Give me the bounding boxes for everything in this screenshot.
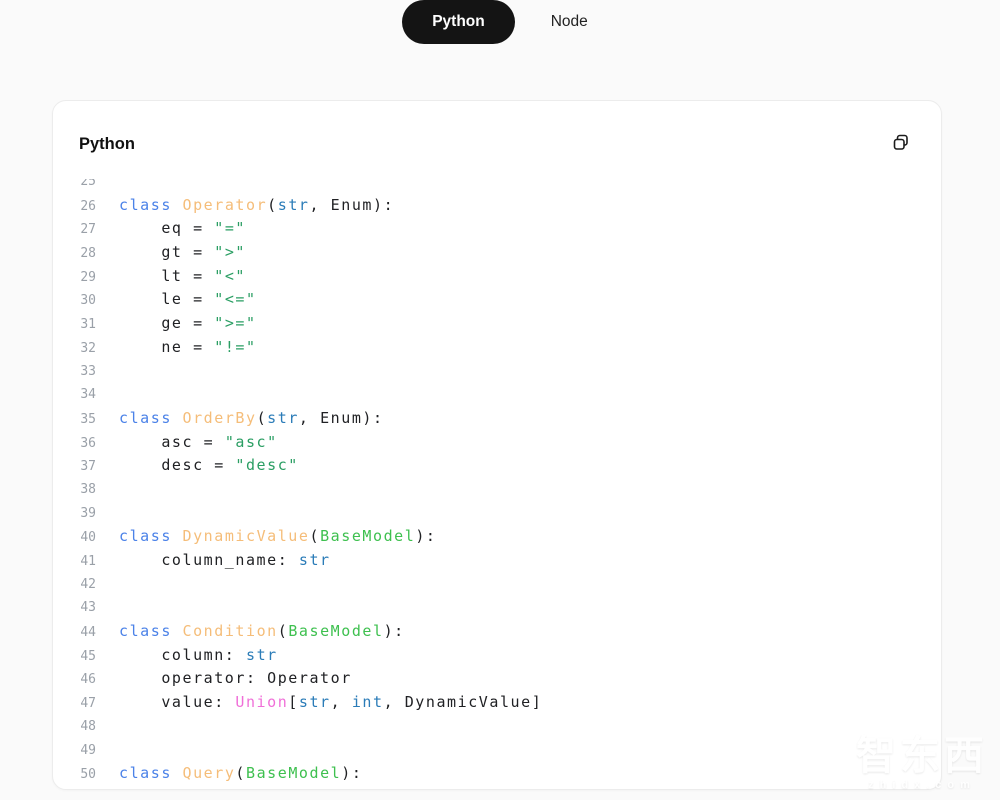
code-line: 41 column_name: str [79, 549, 915, 573]
line-number: 48 [80, 718, 96, 734]
code-viewport[interactable]: 25 26 class Operator(str, Enum): 27 eq = "=… [53, 179, 941, 789]
code-line: 35 class OrderBy(str, Enum): [79, 407, 915, 431]
code-card-header: Python [53, 101, 941, 171]
line-number: 40 [80, 530, 96, 546]
line-number: 42 [80, 576, 96, 592]
line-number: 39 [80, 505, 96, 521]
code-line-text: class Operator(str, Enum): [119, 195, 395, 214]
line-number: 29 [80, 269, 96, 285]
code-line: 46 operator: Operator [79, 667, 915, 691]
code-line: 45 column: str [79, 644, 915, 668]
line-number: 34 [80, 387, 96, 403]
code-line-text: class DynamicValue(BaseModel): [119, 527, 437, 546]
code-line: 28 gt = ">" [79, 241, 915, 265]
code-line-text: column: str [119, 645, 278, 664]
line-number: 50 [80, 767, 96, 783]
line-number: 49 [80, 742, 96, 758]
code-line: 43 [79, 596, 915, 620]
code-line: 42 [79, 573, 915, 597]
code-card: Python 25 26 class Operator(str, Enum): 27 … [52, 100, 942, 790]
code-line: 34 [79, 383, 915, 407]
line-number: 30 [80, 293, 96, 309]
code-line-text: class Condition(BaseModel): [119, 622, 405, 641]
line-number: 27 [80, 222, 96, 238]
line-number: 47 [80, 696, 96, 712]
code-line: 40 class DynamicValue(BaseModel): [79, 525, 915, 549]
code-line: 33 [79, 360, 915, 384]
code-line-text: class Query(BaseModel): [119, 764, 363, 783]
copy-icon [891, 134, 911, 156]
code-line-text: gt = ">" [119, 243, 246, 262]
code-line-text: value: Union[str, int, DynamicValue] [119, 693, 543, 712]
code-line: 44 class Condition(BaseModel): [79, 620, 915, 644]
line-number: 33 [80, 363, 96, 379]
line-number: 41 [80, 554, 96, 569]
line-number: 31 [80, 317, 96, 333]
code-line-text: class OrderBy(str, Enum): [119, 408, 384, 427]
code-lines: 25 26 class Operator(str, Enum): 27 eq = "=… [79, 179, 915, 786]
line-number: 37 [80, 459, 96, 475]
code-line: 31 ge = ">=" [79, 312, 915, 336]
code-line: 48 [79, 715, 915, 739]
code-line: 37 desc = "desc" [79, 454, 915, 478]
code-line-text: lt = "<" [119, 266, 246, 285]
line-number: 44 [80, 625, 96, 641]
code-line: 26 class Operator(str, Enum): [79, 194, 915, 218]
code-line: 25 [79, 179, 915, 194]
code-card-title: Python [79, 135, 135, 153]
code-line: 38 [79, 478, 915, 502]
code-line-text: eq = "=" [119, 219, 246, 238]
line-number: 25 [80, 179, 96, 189]
tab-python[interactable]: Python [402, 0, 515, 44]
language-toggle: Python Node [0, 0, 1000, 44]
code-line: 29 lt = "<" [79, 265, 915, 289]
line-number: 26 [80, 198, 96, 214]
line-number: 36 [80, 435, 96, 451]
code-line: 49 [79, 739, 915, 763]
code-line-text: operator: Operator [119, 669, 352, 688]
code-line: 39 [79, 502, 915, 526]
line-number: 38 [80, 481, 96, 497]
code-line: 50 class Query(BaseModel): [79, 762, 915, 786]
code-line-text: column_name: str [119, 551, 331, 569]
code-line-text: ne = "!=" [119, 337, 257, 356]
code-line: 36 asc = "asc" [79, 431, 915, 455]
line-number: 35 [80, 411, 96, 427]
tab-node[interactable]: Node [541, 0, 598, 44]
code-line-text: ge = ">=" [119, 314, 257, 333]
code-line-text: asc = "asc" [119, 432, 278, 451]
line-number: 28 [80, 246, 96, 262]
code-line: 30 le = "<=" [79, 288, 915, 312]
copy-button[interactable] [891, 132, 911, 153]
code-line: 32 ne = "!=" [79, 336, 915, 360]
line-number: 45 [80, 648, 96, 664]
line-number: 43 [80, 600, 96, 616]
code-line: 27 eq = "=" [79, 217, 915, 241]
code-line-text: le = "<=" [119, 290, 257, 309]
line-number: 32 [80, 340, 96, 356]
code-line: 47 value: Union[str, int, DynamicValue] [79, 691, 915, 715]
line-number: 46 [80, 672, 96, 688]
code-line-text: desc = "desc" [119, 456, 299, 475]
